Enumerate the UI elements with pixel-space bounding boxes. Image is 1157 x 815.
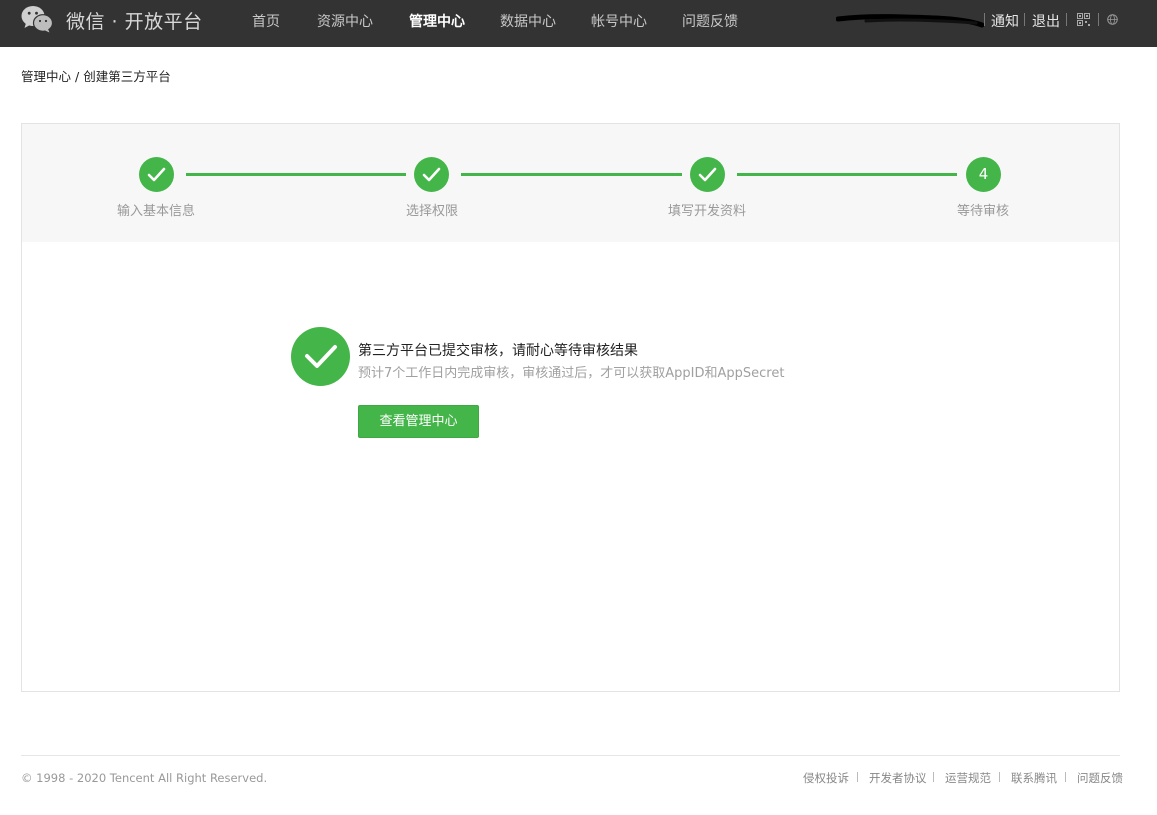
notification-link[interactable]: 通知	[991, 11, 1019, 31]
footer-link-contact-tencent[interactable]: 联系腾讯	[1011, 770, 1057, 786]
step-4-current-indicator: 4	[966, 157, 1001, 192]
footer-separator	[1065, 772, 1066, 782]
step-2-done-indicator	[414, 157, 449, 192]
result-description: 预计7个工作日内完成审核，审核通过后，才可以获取AppID和AppSecret	[358, 366, 785, 381]
step-label: 等待审核	[956, 204, 1009, 219]
footer-separator	[933, 772, 934, 782]
copyright-text: © 1998 - 2020 Tencent All Right Reserved…	[21, 771, 268, 785]
step-number: 4	[978, 165, 989, 183]
header-separator	[1024, 13, 1025, 26]
platform-brand-title[interactable]: 微信 · 开放平台	[66, 7, 203, 34]
checkmark-icon	[698, 167, 717, 182]
step-connector-line	[461, 173, 682, 176]
step-3-done-indicator	[690, 157, 725, 192]
globe-icon[interactable]	[1107, 14, 1118, 25]
header-separator	[1098, 13, 1099, 26]
footer-link-feedback[interactable]: 问题反馈	[1077, 770, 1123, 786]
step-connector-line	[186, 173, 406, 176]
step-label: 选择权限	[405, 204, 458, 219]
logout-link[interactable]: 退出	[1032, 11, 1060, 31]
qr-code-icon[interactable]	[1077, 13, 1090, 26]
wechat-logo-icon[interactable]	[21, 5, 53, 33]
progress-steps: 4 输入基本信息 选择权限 填写开发资料 等待审核	[22, 124, 1119, 242]
success-check-icon	[291, 327, 350, 386]
footer-link-infringement[interactable]: 侵权投诉	[803, 770, 849, 786]
footer-link-developer-agreement[interactable]: 开发者协议	[869, 770, 927, 786]
breadcrumb: 管理中心 / 创建第三方平台	[21, 66, 171, 85]
breadcrumb-management-center[interactable]: 管理中心	[21, 69, 71, 84]
nav-item-data-center[interactable]: 数据中心	[500, 11, 556, 31]
header-separator	[984, 13, 985, 26]
top-navigation-bar: 微信 · 开放平台 首页 资源中心 管理中心 数据中心 帐号中心 问题反馈 通知…	[0, 0, 1157, 47]
breadcrumb-separator: /	[71, 69, 84, 84]
footer-divider	[21, 755, 1120, 756]
step-1-done-indicator	[139, 157, 174, 192]
checkmark-icon	[422, 167, 441, 182]
breadcrumb-current-page: 创建第三方平台	[83, 69, 171, 84]
nav-item-account-center[interactable]: 帐号中心	[591, 11, 647, 31]
header-separator	[1066, 13, 1067, 26]
step-label: 填写开发资料	[667, 204, 746, 219]
checkmark-icon	[147, 167, 166, 182]
footer-separator	[999, 772, 1000, 782]
footer-separator	[857, 772, 858, 782]
view-management-center-button[interactable]: 查看管理中心	[358, 405, 479, 438]
result-title: 第三方平台已提交审核，请耐心等待审核结果	[358, 343, 638, 359]
nav-item-management-center[interactable]: 管理中心	[409, 11, 465, 31]
nav-item-resource-center[interactable]: 资源中心	[317, 11, 373, 31]
step-label: 输入基本信息	[116, 204, 195, 219]
redacted-account-name[interactable]	[836, 12, 984, 28]
main-panel: 4 输入基本信息 选择权限 填写开发资料 等待审核 第三方平台已提交审核，请耐心…	[21, 123, 1120, 692]
nav-item-home[interactable]: 首页	[252, 11, 280, 31]
nav-item-feedback[interactable]: 问题反馈	[682, 11, 738, 31]
footer-link-operating-rules[interactable]: 运营规范	[945, 770, 991, 786]
step-connector-line	[737, 173, 957, 176]
